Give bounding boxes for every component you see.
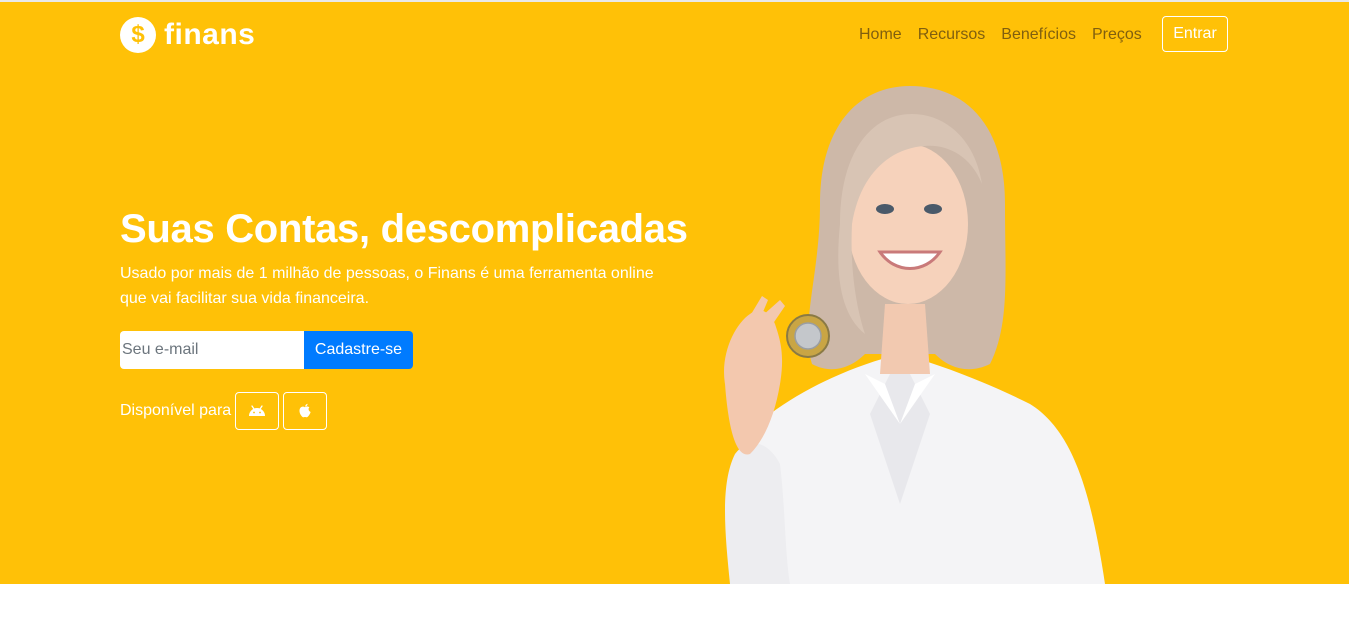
apple-button[interactable] [283,392,328,430]
apple-icon [299,403,311,418]
android-button[interactable] [235,392,280,430]
hero-section: $ finans Home Recursos Benefícios Preços… [0,2,1349,584]
nav-item-recursos[interactable]: Recursos [910,24,994,46]
brand-logo[interactable]: $ finans [120,16,255,54]
signup-button[interactable]: Cadastre-se [304,331,413,369]
signup-form: Cadastre-se [120,331,413,369]
login-button[interactable]: Entrar [1162,16,1228,52]
available-label: Disponível para [120,402,232,419]
brand-name: finans [164,18,256,51]
dollar-coin-icon: $ [120,17,156,53]
nav-item-home[interactable]: Home [851,24,910,46]
main-nav: Home Recursos Benefícios Preços [851,24,1150,46]
platform-availability: Disponível para [120,392,331,430]
hero-lead: Usado por mais de 1 milhão de pessoas, o… [120,265,654,307]
hero-headline: Suas Contas, descomplicadas [120,207,688,251]
nav-item-precos[interactable]: Preços [1084,24,1150,46]
nav-item-beneficios[interactable]: Benefícios [993,24,1084,46]
email-input[interactable] [120,331,304,369]
hero-person-image [724,86,1105,584]
android-icon [249,405,266,416]
